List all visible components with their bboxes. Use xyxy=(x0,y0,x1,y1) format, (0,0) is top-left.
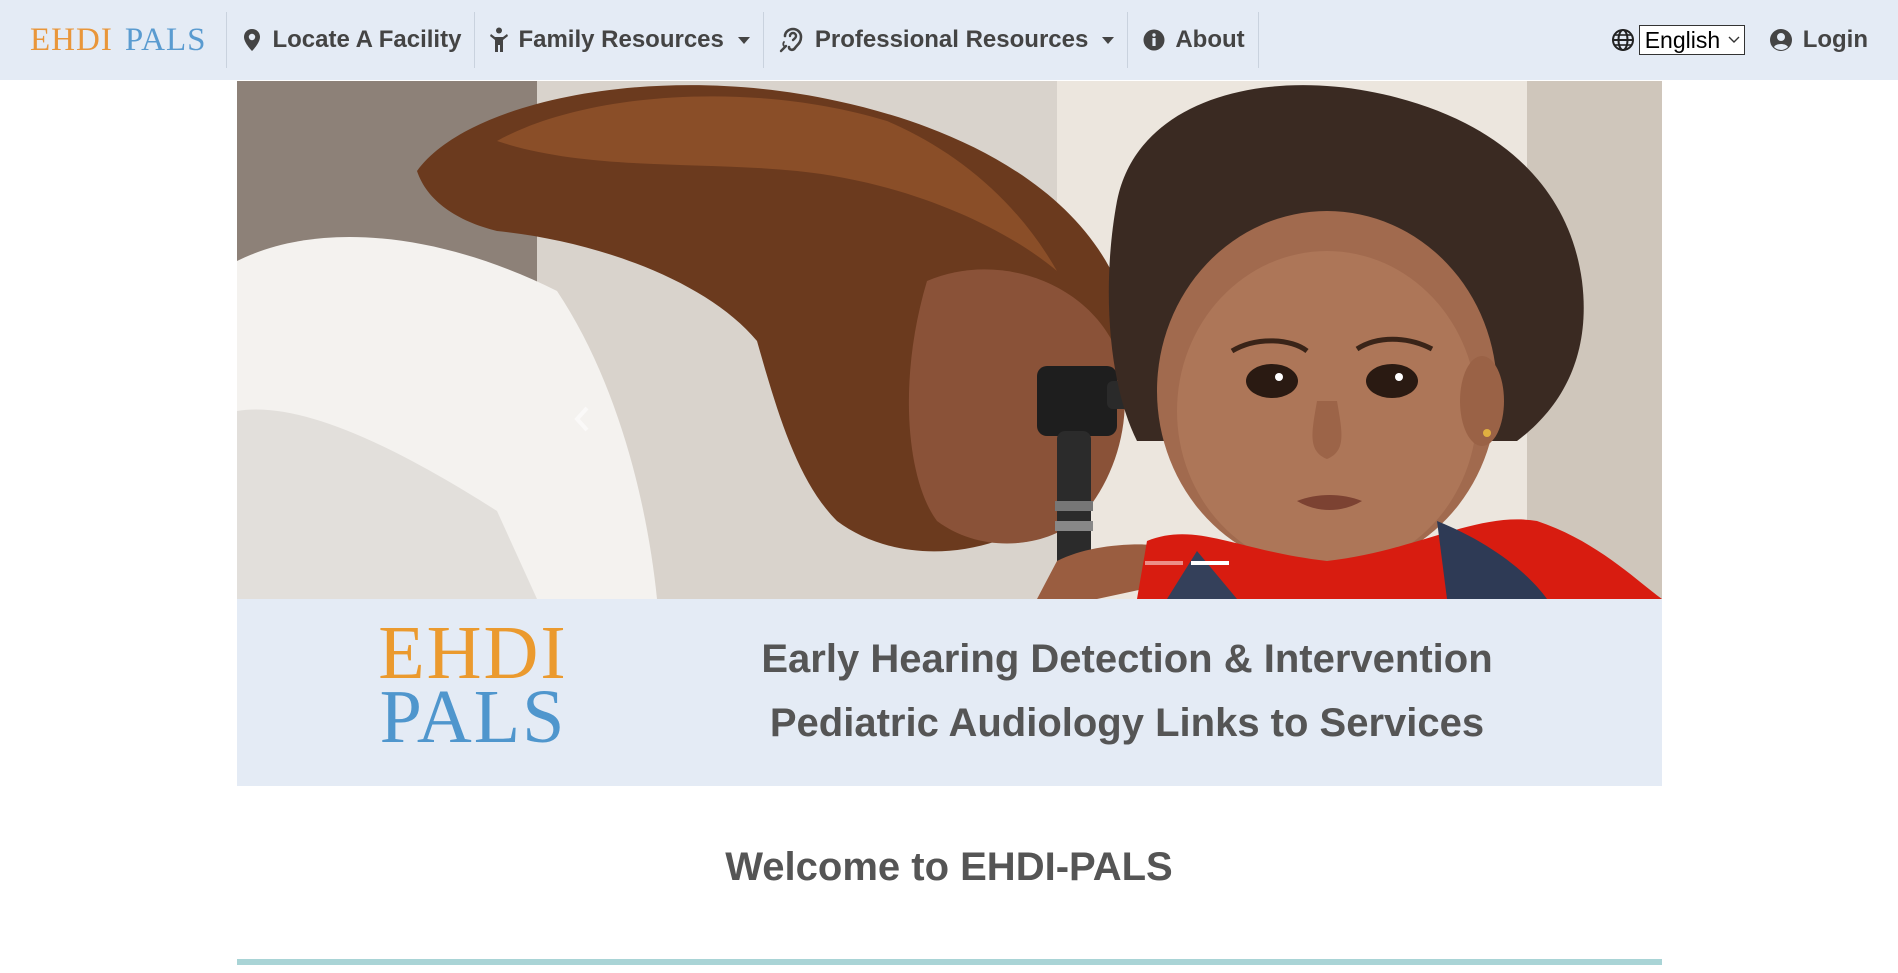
banner-tagline: Early Hearing Detection & Intervention P… xyxy=(757,627,1497,755)
map-marker-icon xyxy=(244,29,261,51)
chevron-down-icon xyxy=(1728,36,1740,43)
brand-text-ehdi: EHDI xyxy=(30,21,113,58)
nav-professional-resources-label: Professional Resources xyxy=(814,26,1089,53)
user-circle-icon xyxy=(1769,29,1792,51)
login-label: Login xyxy=(1802,26,1868,53)
child-icon xyxy=(490,27,509,52)
ehdi-pals-logo: EHDI PALS xyxy=(363,615,583,759)
brand-text-pals: PALS xyxy=(124,21,207,58)
top-navbar: EHDI PALS Locate A Facility Family Resou… xyxy=(0,0,1898,80)
carousel-indicator-2[interactable] xyxy=(1191,561,1229,565)
logo-text-pals: PALS xyxy=(379,675,567,759)
ear-listening-icon xyxy=(779,27,803,53)
language-select-value: English xyxy=(1644,26,1721,53)
nav-professional-resources[interactable]: Professional Resources xyxy=(764,12,1129,68)
info-circle-icon xyxy=(1143,29,1165,51)
hero-banner: EHDI PALS Early Hearing Detection & Inte… xyxy=(237,599,1662,786)
brand-logo-link[interactable]: EHDI PALS xyxy=(0,12,228,68)
language-select[interactable]: English xyxy=(1638,25,1745,55)
chevron-down-icon xyxy=(737,36,750,44)
tagline-line-2: Pediatric Audiology Links to Services xyxy=(769,701,1485,745)
carousel-prev-button[interactable] xyxy=(567,399,597,439)
nav-family-resources-label: Family Resources xyxy=(518,26,724,53)
carousel-indicator-1[interactable] xyxy=(1145,561,1183,565)
tagline-line-1: Early Hearing Detection & Intervention xyxy=(761,637,1493,681)
chevron-left-icon xyxy=(574,406,589,432)
welcome-heading: Welcome to EHDI-PALS xyxy=(725,845,1173,889)
section-divider xyxy=(237,959,1662,965)
nav-family-resources[interactable]: Family Resources xyxy=(475,12,764,68)
nav-about-label: About xyxy=(1175,26,1245,53)
nav-locate-facility[interactable]: Locate A Facility xyxy=(227,12,476,68)
navbar-right-group: English Login xyxy=(1611,0,1868,80)
nav-locate-facility-label: Locate A Facility xyxy=(272,26,462,53)
doctor-examining-child-ear-photo xyxy=(237,81,1662,599)
hero-carousel xyxy=(237,81,1662,599)
nav-about[interactable]: About xyxy=(1128,12,1259,68)
carousel-indicators xyxy=(1145,561,1229,565)
login-link[interactable]: Login xyxy=(1769,26,1868,54)
globe-icon xyxy=(1611,29,1634,51)
chevron-down-icon xyxy=(1102,36,1115,44)
